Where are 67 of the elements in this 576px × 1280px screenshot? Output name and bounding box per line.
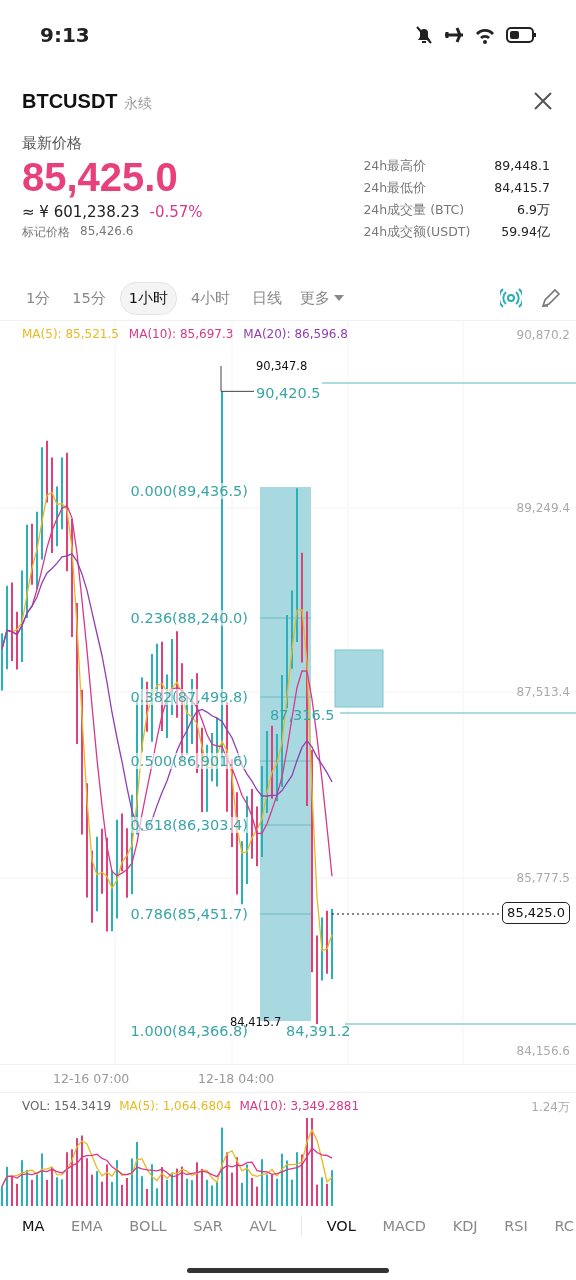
time-axis-label: 12-18 04:00 <box>198 1071 275 1087</box>
interval-tab[interactable]: 日线 <box>244 282 291 314</box>
stat-value: 6.9万 <box>516 202 550 219</box>
interval-tab[interactable]: 4小时 <box>182 282 239 314</box>
price-axis-label: 84,156.6 <box>516 1043 570 1059</box>
indicator-tab[interactable]: BOLL <box>127 1214 169 1238</box>
pencil-icon[interactable] <box>540 287 562 309</box>
stat-label: 24h成交额(USDT) <box>363 224 471 241</box>
price-level-label: 84,391.2 <box>286 1023 351 1039</box>
stat-label: 24h成交量 (BTC) <box>363 202 466 219</box>
price-level-label: 90,420.5 <box>256 385 321 401</box>
ma-value: MA(10): 85,697.3 <box>128 326 234 342</box>
fib-level-label: 0.000(89,436.5) <box>130 483 248 499</box>
stat-label: 24h最高价 <box>363 158 428 175</box>
ma-value: MA(5): 85,521.5 <box>22 326 119 342</box>
price-axis-label: 85,777.5 <box>516 870 570 886</box>
indicator-tab[interactable]: VOL <box>324 1214 358 1238</box>
broadcast-icon[interactable] <box>500 287 522 309</box>
volume-axis-label: 1.24万 <box>531 1099 570 1115</box>
volume-value: MA(10): 3,349.2881 <box>239 1098 360 1114</box>
status-time: 9:13 <box>40 23 90 47</box>
interval-tab[interactable]: 1分 <box>18 282 59 314</box>
price-axis-label: 89,249.4 <box>516 500 570 516</box>
indicator-tab[interactable]: MACD <box>380 1214 428 1238</box>
bell-off-icon <box>414 25 434 45</box>
stat-value: 59.94亿 <box>500 224 550 241</box>
mark-price-label: 标记价格 <box>22 224 70 241</box>
fib-level-label: 0.786(85,451.7) <box>130 906 248 922</box>
stat-label: 24h最低价 <box>363 180 428 197</box>
stat-value: 84,415.7 <box>494 180 550 197</box>
indicator-tab[interactable]: KDJ <box>450 1214 480 1238</box>
ma-value: MA(20): 86,596.8 <box>243 326 348 342</box>
interval-tab[interactable]: 15分 <box>64 282 114 314</box>
mark-price-value: 85,426.6 <box>80 224 134 240</box>
price-change: -0.57% <box>149 203 203 221</box>
interval-tab[interactable]: 1小时 <box>119 281 177 315</box>
symbol-title: BTCUSDT <box>22 89 118 113</box>
fib-level-label: 0.236(88,240.0) <box>130 610 248 626</box>
indicator-tab[interactable]: RC <box>552 1214 576 1238</box>
indicator-tab[interactable]: MA <box>20 1214 47 1238</box>
indicator-tab[interactable]: AVL <box>247 1214 279 1238</box>
peak-marker-line <box>220 365 255 392</box>
price-level-label: 87,316.5 <box>270 707 335 723</box>
caret-icon <box>334 295 345 301</box>
volume-value: MA(5): 1,064.6804 <box>119 1098 232 1114</box>
battery-icon <box>506 26 536 44</box>
stat-value: 89,448.1 <box>494 158 550 175</box>
price-axis-label: 87,513.4 <box>516 684 570 700</box>
time-axis-label: 12-16 07:00 <box>53 1071 130 1087</box>
fib-level-label: 0.618(86,303.4) <box>130 817 248 833</box>
peak-price-label: 90,347.8 <box>256 358 308 374</box>
current-price-tag: 85,425.0 <box>502 902 570 924</box>
more-dropdown[interactable]: 更多 <box>296 282 349 314</box>
indicator-tab[interactable]: SAR <box>191 1214 225 1238</box>
price-axis-label: 90,870.2 <box>516 327 570 343</box>
indicator-tab[interactable]: EMA <box>69 1214 105 1238</box>
contract-type: 永续 <box>123 94 152 113</box>
airplane-icon <box>444 25 464 45</box>
last-price: 85,425.0 <box>22 154 179 201</box>
close-icon[interactable] <box>532 90 554 112</box>
cny-price: ≈ ¥ 601,238.23 <box>22 203 140 221</box>
fib-level-label: 0.382(87,499.8) <box>130 689 248 705</box>
price-label: 最新价格 <box>22 134 83 153</box>
fib-level-label: 0.500(86,901.6) <box>130 753 248 769</box>
volume-value: VOL: 154.3419 <box>22 1098 112 1114</box>
target-zone-rect <box>334 649 384 708</box>
indicator-tab[interactable]: RSI <box>502 1214 530 1238</box>
